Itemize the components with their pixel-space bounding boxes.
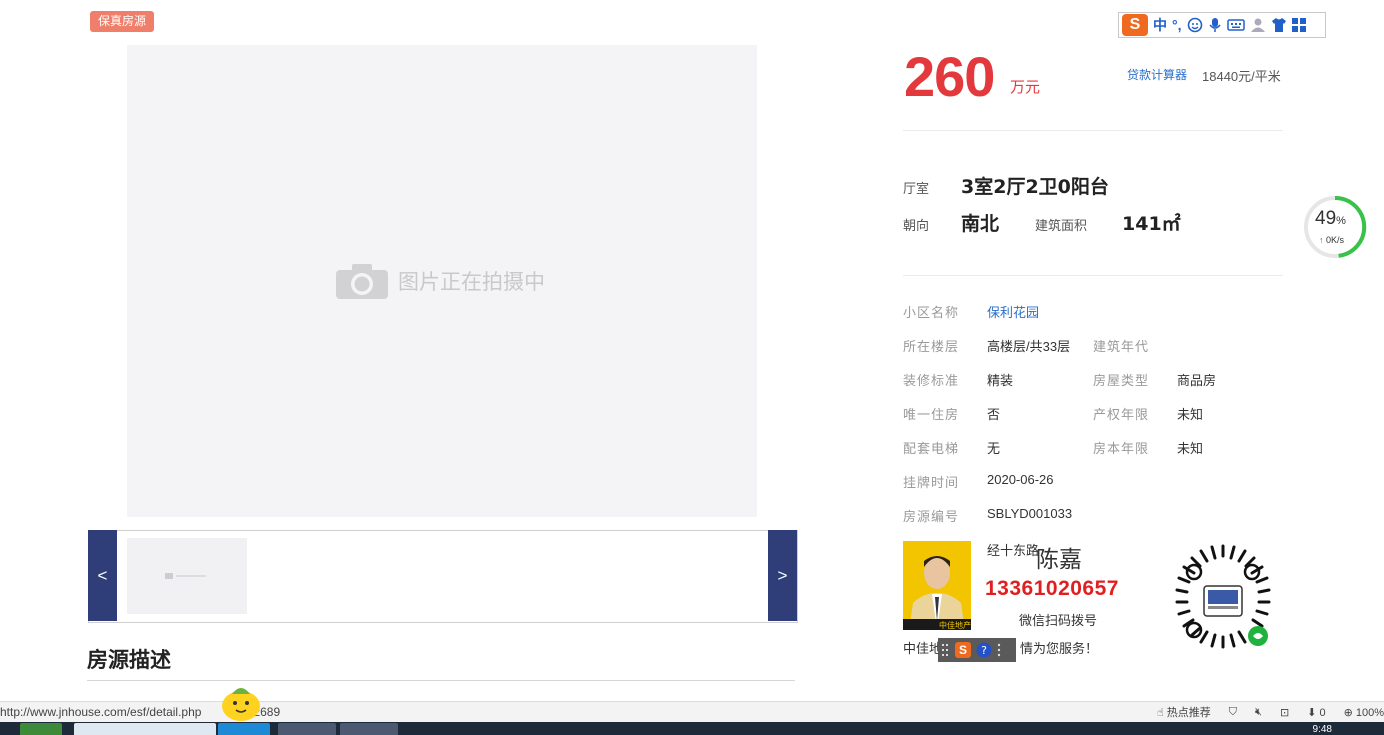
taskbar-item[interactable] <box>218 723 270 735</box>
menu-dots-icon[interactable] <box>997 643 1001 657</box>
thumb-up-icon: ☝ <box>1157 707 1164 719</box>
download-icon: ⬇ <box>1307 706 1317 719</box>
sogou-logo-icon[interactable]: S <box>1122 14 1148 36</box>
orientation-label: 朝向 <box>903 218 930 233</box>
windows-taskbar: 9:48 <box>0 722 1384 735</box>
area-label: 建筑面积 <box>1035 218 1088 233</box>
mute-icon[interactable]: 🔇︎ <box>1255 706 1262 719</box>
property-rights-label: 产权年限 <box>1093 407 1150 422</box>
taskbar-item[interactable] <box>340 723 398 735</box>
camera-icon <box>165 573 206 579</box>
status-tools: ☝ 热点推荐 ⛉ 🔇︎ ⊡ ⬇ 0 ⊕ 100% <box>1157 704 1384 720</box>
room-label: 厅室 <box>903 181 930 196</box>
svg-text:?: ? <box>981 644 987 657</box>
taskbar-item-browser[interactable] <box>74 723 216 735</box>
agent-name: 陈嘉 <box>1036 547 1082 573</box>
house-type-value: 商品房 <box>1177 373 1217 388</box>
orientation-value: 南北 <box>961 213 1000 235</box>
mascot-icon[interactable] <box>218 676 264 722</box>
photo-placeholder: 图片正在拍摄中 <box>336 262 545 300</box>
elevator-value: 无 <box>987 441 1001 456</box>
listing-code-label: 房源编号 <box>903 509 960 524</box>
unit-price: 18440元/平米 <box>1202 69 1281 84</box>
room-value: 3室2厅2卫0阳台 <box>961 176 1109 198</box>
agent-store: 经十东路 <box>987 543 1040 558</box>
camera-icon <box>336 264 388 299</box>
prev-photo-button[interactable]: < <box>88 530 117 621</box>
floor-label: 所在楼层 <box>903 339 960 354</box>
build-year-label: 建筑年代 <box>1093 339 1150 354</box>
thumbnail-strip: < > <box>88 530 798 623</box>
loan-calculator-link[interactable]: 贷款计算器 <box>1127 66 1187 83</box>
emoji-icon[interactable] <box>1187 17 1203 33</box>
floating-mini-toolbar[interactable]: S ? <box>938 638 1016 662</box>
downloads-button[interactable]: ⬇ 0 <box>1307 706 1325 719</box>
next-photo-button[interactable]: > <box>768 530 797 621</box>
agent-avatar[interactable]: 中佳地产 <box>903 541 971 630</box>
agent-portrait-icon: 中佳地产 <box>903 541 971 630</box>
help-icon[interactable]: ? <box>976 642 992 658</box>
keyboard-icon[interactable] <box>1226 18 1245 32</box>
user-icon[interactable] <box>1250 17 1266 33</box>
only-home-value: 否 <box>987 407 1001 422</box>
listed-date-value: 2020-06-26 <box>987 472 1054 487</box>
listed-date-label: 挂牌时间 <box>903 475 960 490</box>
floor-value: 高楼层/共33层 <box>987 339 1071 354</box>
zoom-button[interactable]: ⊕ 100% <box>1344 706 1384 719</box>
verified-listing-tag: 保真房源 <box>90 11 155 32</box>
clock: 9:48 <box>1312 724 1332 735</box>
hot-recommend-button[interactable]: ☝ 热点推荐 <box>1157 704 1211 720</box>
toolbox-grid-icon[interactable] <box>1291 18 1306 32</box>
network-speed-widget[interactable]: 49% ↑ 0K/s <box>1303 195 1367 259</box>
community-link[interactable]: 保利花园 <box>987 302 1039 321</box>
total-price: 260 <box>904 45 995 108</box>
area-value: 141㎡ <box>1122 213 1181 235</box>
speed-percent: 49% <box>1315 208 1346 229</box>
divider <box>903 275 1283 276</box>
certificate-years-label: 房本年限 <box>1093 441 1150 456</box>
divider <box>87 680 795 681</box>
community-label: 小区名称 <box>903 305 960 320</box>
skin-shirt-icon[interactable] <box>1271 17 1287 33</box>
screenshot-icon[interactable]: ⊡ <box>1280 706 1289 719</box>
only-home-label: 唯一住房 <box>903 407 960 422</box>
wechat-qr-code[interactable] <box>1164 542 1282 660</box>
upload-arrow-icon: ↑ <box>1319 235 1324 245</box>
thumbnail[interactable] <box>127 538 247 614</box>
description-title: 房源描述 <box>87 648 171 672</box>
placeholder-text: 图片正在拍摄中 <box>398 270 545 294</box>
browser-status-bar: http://www.jnhouse.com/esf/detail.php 268… <box>0 701 1384 723</box>
decoration-label: 装修标准 <box>903 373 960 388</box>
taskbar-item[interactable] <box>278 723 336 735</box>
sogou-logo-icon[interactable]: S <box>955 642 971 658</box>
microphone-icon[interactable] <box>1208 17 1222 33</box>
svg-text:中佳地产: 中佳地产 <box>939 620 971 630</box>
elevator-label: 配套电梯 <box>903 441 960 456</box>
wechat-scan-hint: 微信扫码拨号 <box>1019 613 1098 628</box>
drag-handle-icon[interactable] <box>942 643 950 657</box>
listing-code-value: SBLYD001033 <box>987 506 1073 521</box>
price-unit: 万元 <box>1010 79 1041 96</box>
divider <box>903 130 1283 131</box>
property-rights-value: 未知 <box>1177 407 1204 422</box>
qr-code-icon <box>1175 544 1271 649</box>
start-button[interactable] <box>20 723 62 735</box>
speed-rate: ↑ 0K/s <box>1319 235 1345 245</box>
ime-language-toggle[interactable]: 中 <box>1153 15 1167 35</box>
ime-toolbar[interactable]: S 中 °, <box>1118 12 1326 38</box>
shield-icon[interactable]: ⛉ <box>1229 706 1237 719</box>
house-type-label: 房屋类型 <box>1093 373 1150 388</box>
agent-phone[interactable]: 13361020657 <box>985 577 1119 601</box>
ime-punct-toggle[interactable]: °, <box>1172 17 1182 33</box>
zoom-icon: ⊕ <box>1343 706 1353 719</box>
decoration-value: 精装 <box>987 373 1014 388</box>
certificate-years-value: 未知 <box>1177 441 1204 456</box>
